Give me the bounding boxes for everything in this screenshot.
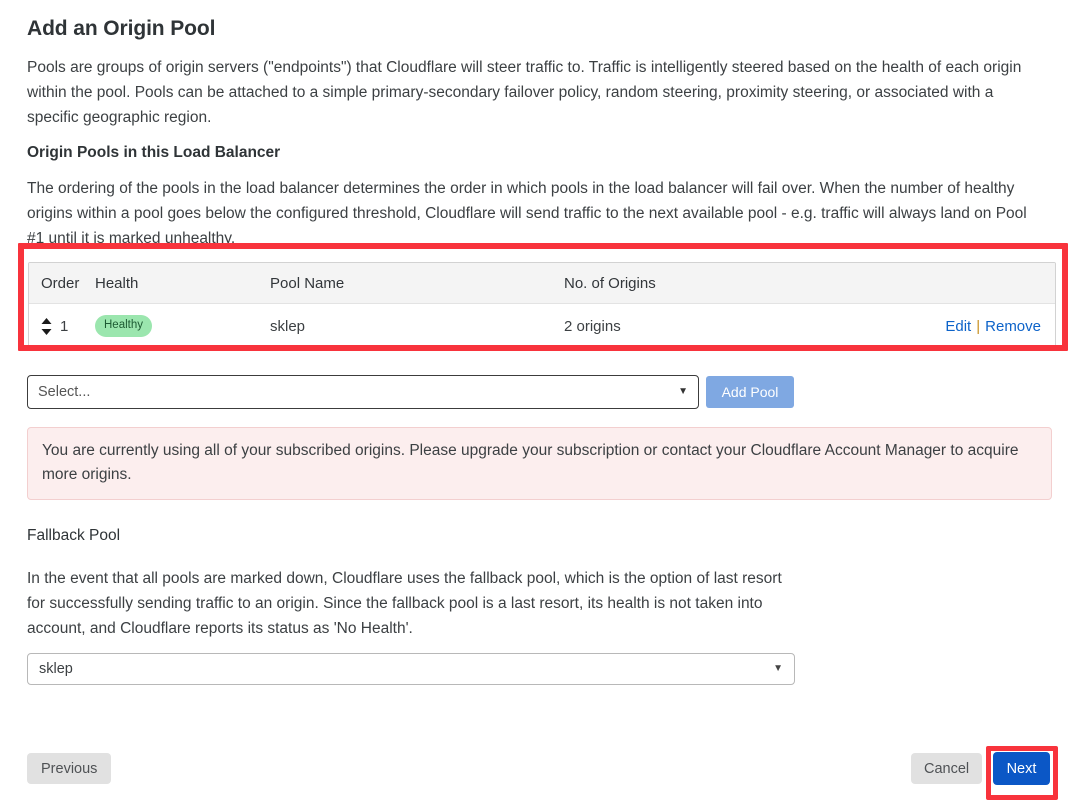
add-pool-button[interactable]: Add Pool xyxy=(706,376,794,408)
origin-pools-heading: Origin Pools in this Load Balancer xyxy=(27,144,280,162)
chevron-down-icon: ▼ xyxy=(678,387,688,397)
cell-order: 1 xyxy=(29,318,95,335)
cell-pool-name: sklep xyxy=(270,318,564,335)
column-header-pool-name: Pool Name xyxy=(270,275,564,292)
column-header-health: Health xyxy=(95,275,270,292)
action-separator: | xyxy=(976,318,980,335)
chevron-down-icon: ▼ xyxy=(773,664,783,674)
origins-limit-alert: You are currently using all of your subs… xyxy=(27,427,1052,500)
table-row: 1 Healthy sklep 2 origins Edit | Remove xyxy=(29,304,1055,348)
cell-actions: Edit | Remove xyxy=(894,318,1055,335)
cancel-button[interactable]: Cancel xyxy=(911,753,982,784)
add-origin-pool-page: Add an Origin Pool Pools are groups of o… xyxy=(0,0,1084,807)
fallback-pool-select[interactable]: sklep ▼ xyxy=(27,653,795,685)
fallback-pool-value: sklep xyxy=(39,661,73,677)
page-title: Add an Origin Pool xyxy=(27,17,215,41)
edit-link[interactable]: Edit xyxy=(945,318,971,335)
table-header-row: Order Health Pool Name No. of Origins xyxy=(29,263,1055,304)
fallback-pool-description: In the event that all pools are marked d… xyxy=(27,566,787,641)
origin-pools-table: Order Health Pool Name No. of Origins 1 … xyxy=(28,262,1056,349)
status-badge: Healthy xyxy=(95,315,152,338)
column-header-order: Order xyxy=(29,275,95,292)
cell-health: Healthy xyxy=(95,315,270,338)
origin-pools-description: The ordering of the pools in the load ba… xyxy=(27,176,1031,251)
remove-link[interactable]: Remove xyxy=(985,318,1041,335)
pool-select-dropdown[interactable]: Select... ▼ xyxy=(27,375,699,409)
fallback-pool-heading: Fallback Pool xyxy=(27,527,120,545)
pool-select-value: Select... xyxy=(38,384,90,400)
previous-button[interactable]: Previous xyxy=(27,753,111,784)
next-button[interactable]: Next xyxy=(993,752,1050,785)
order-number: 1 xyxy=(60,318,68,335)
sort-updown-icon[interactable] xyxy=(41,318,52,335)
cell-origins-count: 2 origins xyxy=(564,318,894,335)
column-header-origins: No. of Origins xyxy=(564,275,894,292)
intro-paragraph: Pools are groups of origin servers ("end… xyxy=(27,55,1029,130)
